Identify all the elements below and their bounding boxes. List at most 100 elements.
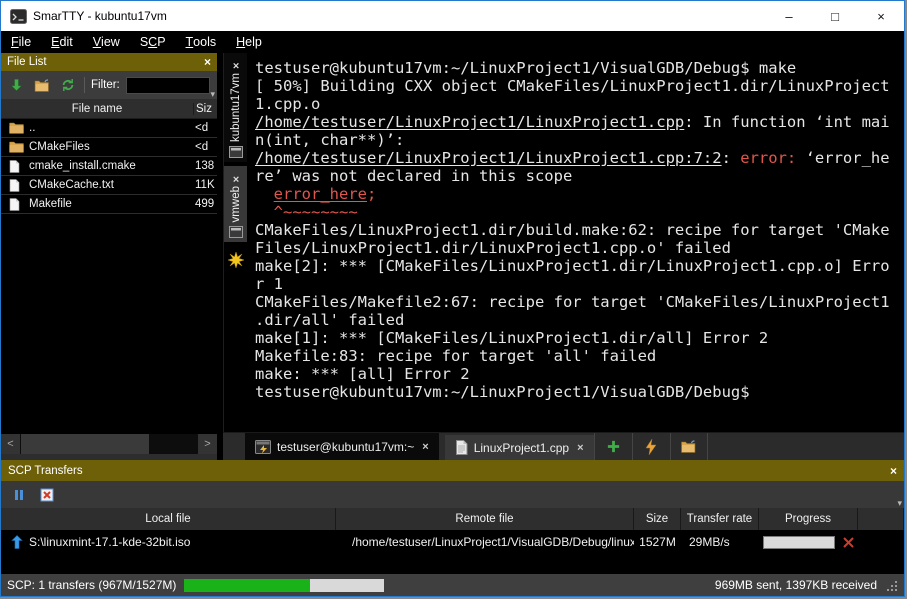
download-button[interactable]: [6, 75, 26, 95]
terminal-line: ^~~~~~~~~: [255, 203, 902, 221]
scp-toolbar: ▾: [1, 481, 904, 508]
scp-column-remote-file[interactable]: Remote file: [336, 508, 634, 530]
session-tab-label: kubuntu17vm: [230, 73, 242, 142]
file-row[interactable]: ..<d: [1, 119, 217, 138]
resize-grip[interactable]: [885, 579, 898, 592]
scp-column-transfer-rate[interactable]: Transfer rate: [681, 508, 759, 530]
filter-input[interactable]: [126, 77, 210, 94]
file-row[interactable]: CMakeCache.txt11K: [1, 176, 217, 195]
status-traffic-text: 969MB sent, 1397KB received: [715, 578, 877, 592]
menu-file[interactable]: File: [1, 31, 41, 53]
menu-tools[interactable]: Tools: [176, 31, 227, 53]
new-terminal-button[interactable]: [594, 433, 632, 460]
hscroll-thumb[interactable]: [21, 434, 149, 454]
open-file-button[interactable]: [670, 433, 708, 460]
title-bar: SmarTTY - kubuntu17vm – □ ×: [1, 1, 904, 31]
scp-column-local-file[interactable]: Local file: [1, 508, 336, 530]
window-controls: – □ ×: [766, 1, 904, 31]
menu-view[interactable]: View: [83, 31, 130, 53]
new-session-sun-icon[interactable]: [224, 252, 247, 268]
file-row[interactable]: Makefile499: [1, 195, 217, 214]
maximize-button[interactable]: □: [812, 1, 858, 31]
file-row[interactable]: cmake_install.cmake138: [1, 157, 217, 176]
terminal-row: kubuntu17vm×vmweb× testuser@kubuntu17vm:…: [223, 53, 904, 432]
open-folder-button[interactable]: [32, 75, 52, 95]
session-tab-close-icon[interactable]: ×: [230, 57, 242, 73]
scp-transfers-panel: SCP Transfers × ▾ Local fileRemote fileS…: [1, 460, 904, 566]
file-row[interactable]: CMakeFiles<d: [1, 138, 217, 157]
file-name: cmake_install.cmake: [29, 160, 195, 172]
scroll-left-icon[interactable]: <: [1, 434, 20, 454]
close-button[interactable]: ×: [858, 1, 904, 31]
menu-edit[interactable]: Edit: [41, 31, 83, 53]
transfer-local-file: S:\linuxmint-17.1-kde-32bit.iso: [29, 535, 190, 549]
terminal-line: re’ was not declared in this scope: [255, 167, 902, 185]
terminal-output[interactable]: testuser@kubuntu17vm:~/LinuxProject1/Vis…: [247, 53, 904, 432]
status-transfers-text: SCP: 1 transfers (967M/1527M): [7, 578, 176, 592]
file-icon: [9, 160, 29, 173]
scroll-right-icon[interactable]: >: [198, 434, 217, 454]
session-tab-vmweb[interactable]: vmweb×: [224, 166, 247, 242]
tab-testuser-kubuntu17vm-[interactable]: testuser@kubuntu17vm:~×: [245, 433, 439, 460]
status-bar: SCP: 1 transfers (967M/1527M) 969MB sent…: [1, 574, 904, 596]
session-tab-close-icon[interactable]: ×: [230, 170, 242, 186]
terminal-line: CMakeFiles/Makefile2:67: recipe for targ…: [255, 293, 902, 311]
cancel-transfer-button[interactable]: [37, 485, 57, 505]
terminal-line: Files/LinuxProject1.dir/LinuxProject1.cp…: [255, 239, 902, 257]
terminal-line: make[1]: *** [CMakeFiles/LinuxProject1.d…: [255, 329, 902, 347]
file-list-close-icon[interactable]: ×: [204, 55, 211, 69]
file-list-toolbar: Filter: ▾: [1, 71, 217, 99]
bottom-tab-bar: testuser@kubuntu17vm:~×LinuxProject1.cpp…: [223, 432, 904, 460]
file-size: <d: [195, 122, 217, 134]
file-name: CMakeFiles: [29, 141, 195, 153]
file-size: <d: [195, 141, 217, 153]
scp-column-size[interactable]: Size: [634, 508, 681, 530]
minimize-button[interactable]: –: [766, 1, 812, 31]
abort-transfer-icon[interactable]: [842, 536, 855, 549]
tab-linuxproject1-cpp[interactable]: LinuxProject1.cpp×: [445, 435, 594, 460]
column-size[interactable]: Siz: [193, 103, 217, 115]
terminal-column: kubuntu17vm×vmweb× testuser@kubuntu17vm:…: [223, 53, 904, 460]
transfer-remote-file: /home/testuser/LinuxProject1/VisualGDB/D…: [336, 530, 634, 554]
terminal-line: testuser@kubuntu17vm:~/LinuxProject1/Vis…: [255, 59, 902, 77]
terminal-line: error_here;: [255, 185, 902, 203]
session-terminal-icon: [229, 226, 243, 238]
scp-table-header: Local fileRemote fileSizeTransfer ratePr…: [1, 508, 904, 530]
app-icon: [10, 9, 27, 24]
column-file-name[interactable]: File name: [1, 103, 193, 115]
filter-label: Filter:: [91, 79, 120, 91]
menu-bar: FileEditViewSCPToolsHelp: [1, 31, 904, 53]
refresh-button[interactable]: [58, 75, 78, 95]
window-title: SmarTTY - kubuntu17vm: [33, 9, 167, 23]
file-size: 138: [195, 160, 217, 172]
terminal-line: 1.cpp.o: [255, 95, 902, 113]
scp-transfers-close-icon[interactable]: ×: [890, 464, 897, 478]
terminal-line: CMakeFiles/LinuxProject1.dir/build.make:…: [255, 221, 902, 239]
file-list-hscrollbar[interactable]: < >: [1, 434, 217, 454]
file-list-header: File List ×: [1, 53, 217, 71]
hscroll-track[interactable]: [20, 434, 198, 454]
folder-icon: [9, 141, 29, 153]
file-icon: [9, 198, 29, 211]
transfer-size: 1527M: [634, 530, 681, 554]
tab-close-icon[interactable]: ×: [420, 441, 428, 453]
terminal-line: r 1: [255, 275, 902, 293]
session-tab-kubuntu17vm[interactable]: kubuntu17vm×: [224, 53, 247, 162]
file-name: Makefile: [29, 198, 195, 210]
scp-column-progress[interactable]: Progress: [759, 508, 858, 530]
terminal-line: /home/testuser/LinuxProject1/LinuxProjec…: [255, 149, 902, 167]
session-terminal-icon: [229, 146, 243, 158]
upload-arrow-icon: [11, 535, 23, 549]
toolbar-overflow-icon[interactable]: ▾: [210, 90, 215, 98]
menu-scp[interactable]: SCP: [130, 31, 176, 53]
scp-column-extra[interactable]: [858, 508, 904, 530]
terminal-line: make: *** [all] Error 2: [255, 365, 902, 383]
pause-transfer-button[interactable]: [9, 485, 29, 505]
folder-icon: [9, 122, 29, 134]
transfer-row[interactable]: S:\linuxmint-17.1-kde-32bit.iso /home/te…: [1, 530, 904, 554]
menu-help[interactable]: Help: [226, 31, 272, 53]
tab-close-icon[interactable]: ×: [575, 442, 583, 454]
scp-toolbar-overflow-icon[interactable]: ▾: [897, 499, 902, 507]
run-command-button[interactable]: [632, 433, 670, 460]
transfer-rate: 29MB/s: [681, 530, 759, 554]
